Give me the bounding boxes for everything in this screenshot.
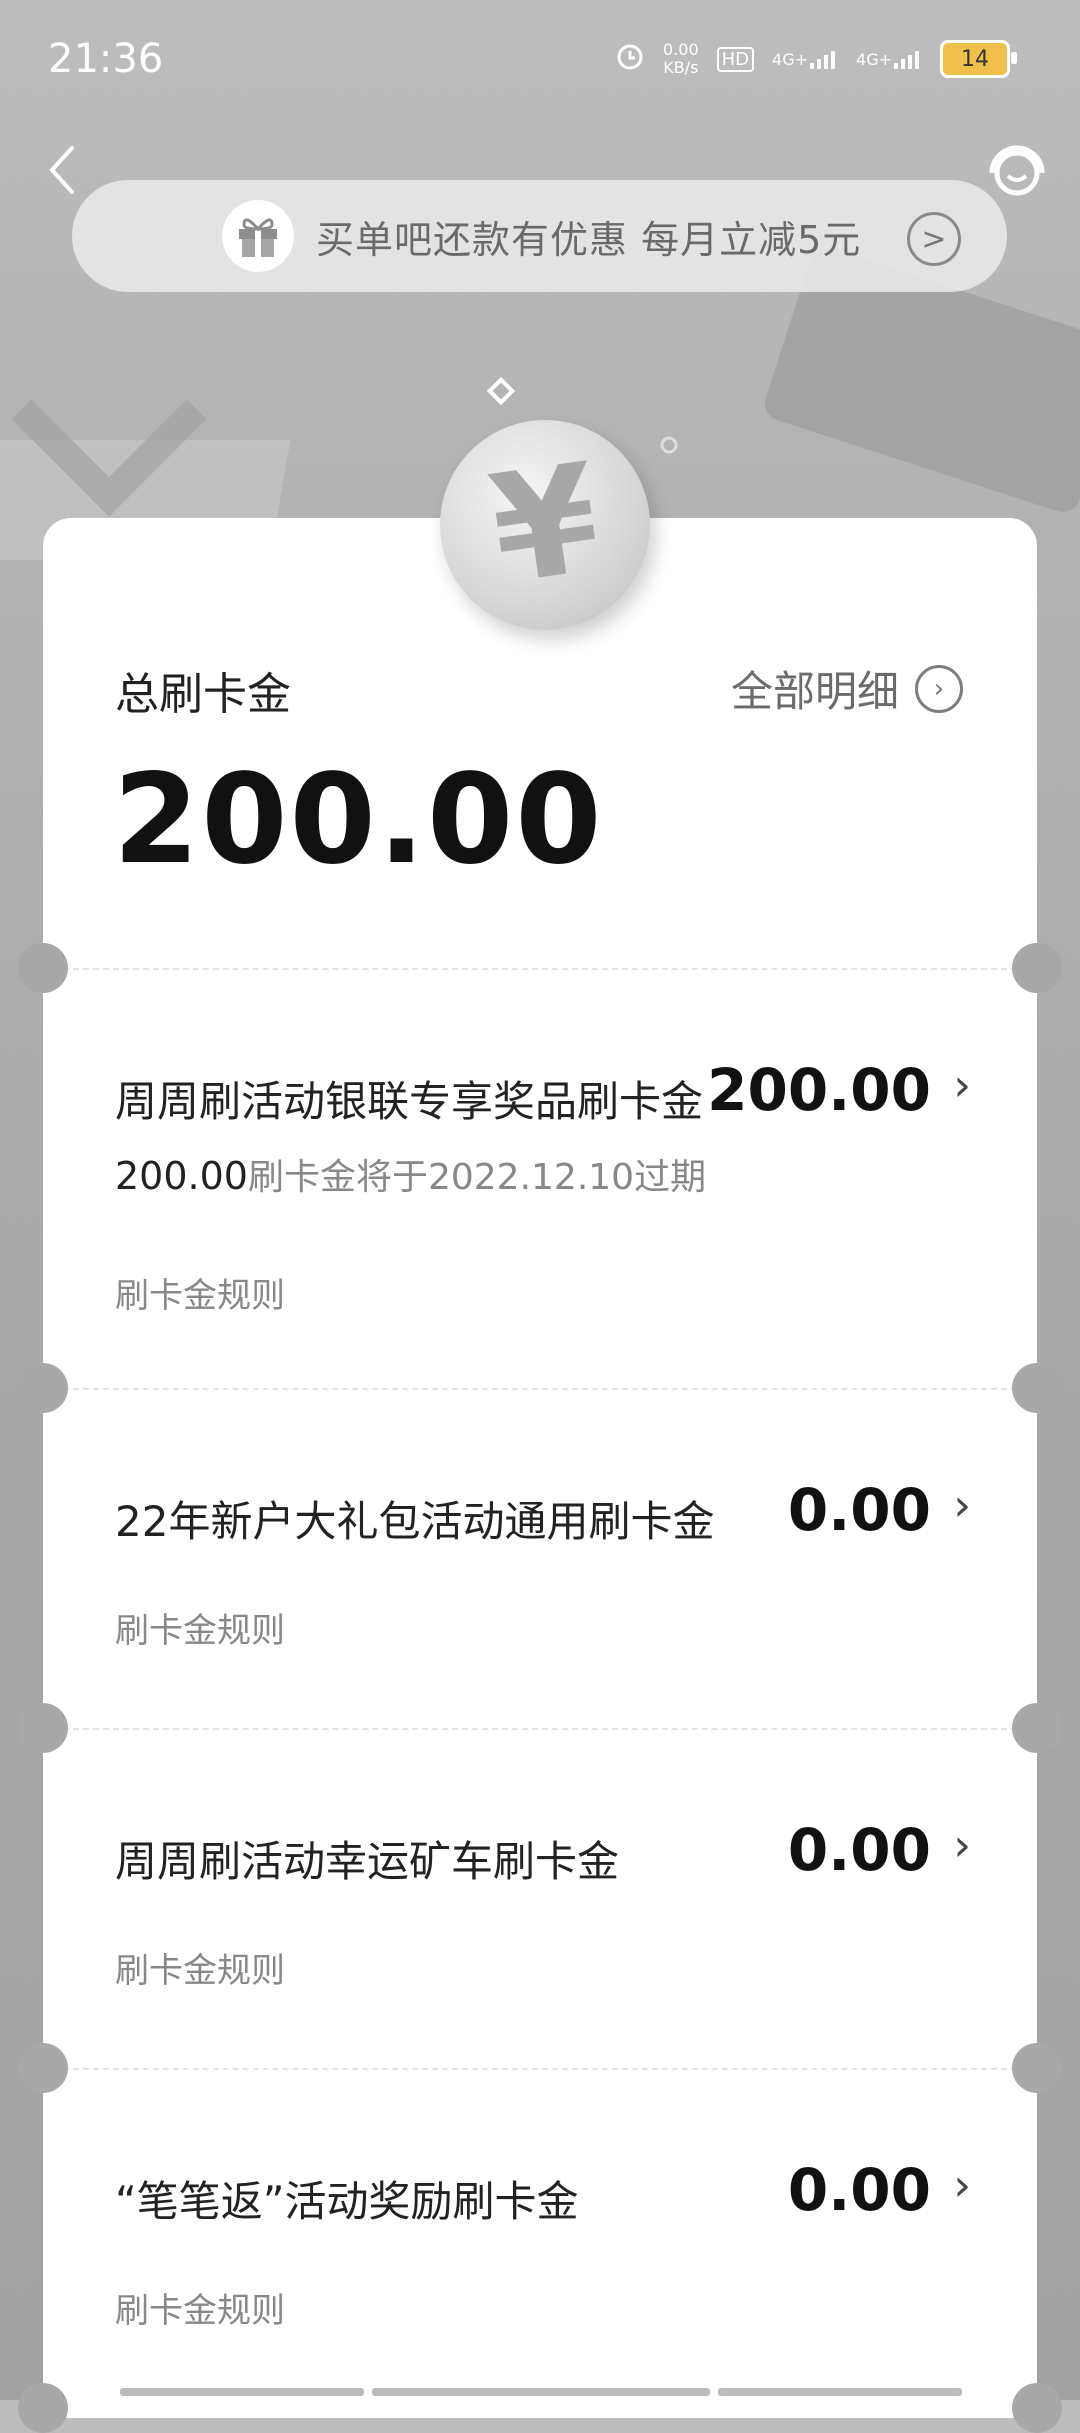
scroll-indicator (120, 2388, 962, 2396)
list-item[interactable]: “笔笔返”活动奖励刷卡金 0.00 › 刷卡金规则 (43, 2068, 1037, 2408)
status-icons: 0.00 KB/s HD 4G+ 4G+ 14 (615, 40, 1017, 78)
hd-icon: HD (716, 46, 755, 72)
ring-sparkle-icon (660, 436, 678, 454)
network-speed-value: 0.00 (663, 40, 699, 59)
all-details-link[interactable]: 全部明细 › (731, 658, 963, 719)
item-amount: 0.00 (787, 2156, 931, 2224)
sim1-signal-icon: 4G+ (772, 49, 838, 69)
item-title: 周周刷活动幸运矿车刷卡金 (115, 1837, 620, 1886)
ticket-notch (1012, 2383, 1062, 2433)
item-title: “笔笔返”活动奖励刷卡金 (115, 2177, 579, 2226)
yuan-symbol: ¥ (481, 431, 609, 619)
card-rules-link[interactable]: 刷卡金规则 (115, 1943, 285, 1992)
card-rules-link[interactable]: 刷卡金规则 (115, 1268, 285, 1317)
gift-icon (222, 200, 294, 272)
status-bar: 21:36 0.00 KB/s HD 4G+ 4G+ 14 (0, 0, 1080, 120)
chevron-right-circle-icon: > (907, 212, 961, 266)
network-speed: 0.00 KB/s (663, 41, 699, 77)
headset-icon (989, 145, 1045, 196)
item-expiry-amount: 200.00 (115, 1154, 248, 1198)
list-item[interactable]: 22年新户大礼包活动通用刷卡金 0.00 › 刷卡金规则 (43, 1388, 1037, 1728)
network-speed-unit: KB/s (663, 58, 699, 77)
item-amount: 200.00 (707, 1056, 931, 1124)
customer-service-button[interactable] (984, 138, 1050, 204)
sim2-label: 4G+ (856, 50, 892, 69)
total-amount: 200.00 (113, 748, 604, 892)
chevron-right-icon: › (953, 1480, 971, 1531)
list-item[interactable]: 周周刷活动银联专享奖品刷卡金 200.00 › 200.00刷卡金将于2022.… (43, 968, 1037, 1388)
status-time: 21:36 (48, 36, 164, 82)
item-amount: 0.00 (787, 1476, 931, 1544)
item-amount: 0.00 (787, 1816, 931, 1884)
chevron-right-icon: › (953, 2160, 971, 2211)
item-title: 22年新户大礼包活动通用刷卡金 (115, 1497, 715, 1546)
card-rules-link[interactable]: 刷卡金规则 (115, 1603, 285, 1652)
total-label: 总刷卡金 (115, 669, 291, 720)
sim1-label: 4G+ (772, 50, 809, 69)
ticket-notch (18, 2383, 68, 2433)
chevron-right-circle-icon: › (915, 664, 963, 713)
sparkle-icon (486, 376, 516, 406)
sim2-signal-icon: 4G+ (856, 49, 922, 69)
battery-icon: 14 (940, 40, 1017, 78)
all-details-label: 全部明细 (730, 667, 899, 716)
chevron-left-icon (49, 146, 74, 194)
chevron-right-icon: › (953, 1060, 971, 1111)
chevron-right-icon: › (953, 1820, 971, 1871)
item-title: 周周刷活动银联专享奖品刷卡金 (115, 1077, 704, 1126)
item-expiry-text: 刷卡金将于2022.12.10过期 (247, 1157, 707, 1198)
alarm-icon (615, 41, 645, 77)
list-item[interactable]: 周周刷活动幸运矿车刷卡金 0.00 › 刷卡金规则 (43, 1728, 1037, 2068)
back-button[interactable] (40, 140, 88, 200)
card-balance-panel: 总刷卡金 全部明细 › 200.00 周周刷活动银联专享奖品刷卡金 200.00… (18, 518, 1062, 2433)
promo-banner[interactable]: 买单吧还款有优惠 每月立减5元 > (72, 180, 1007, 292)
promo-banner-text: 买单吧还款有优惠 每月立减5元 (316, 217, 862, 262)
coin-icon: ¥ (440, 420, 650, 630)
card-rules-link[interactable]: 刷卡金规则 (115, 2283, 285, 2332)
item-expiry: 200.00刷卡金将于2022.12.10过期 (115, 1148, 706, 1200)
battery-level: 14 (961, 46, 989, 72)
